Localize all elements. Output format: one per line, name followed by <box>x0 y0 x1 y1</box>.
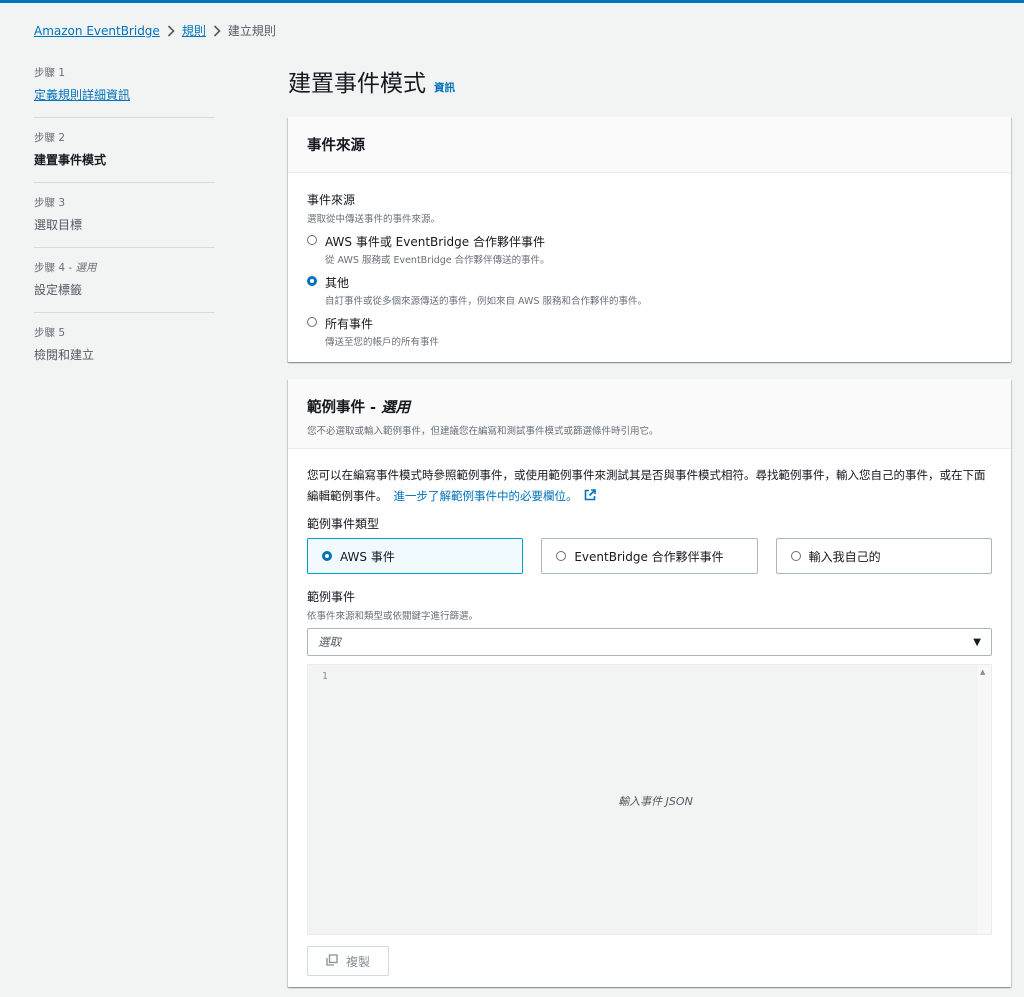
radio-button[interactable] <box>307 235 317 245</box>
radio-label: 所有事件 <box>325 317 374 331</box>
tile-enter-my-own[interactable]: 輸入我自己的 <box>775 538 992 574</box>
radio-button[interactable] <box>790 551 801 561</box>
radio-button[interactable] <box>307 317 317 327</box>
panel-header: 範例事件 - 選用 您不必選取或輸入範例事件，但建議您在編寫和測試事件模式或篩選… <box>288 379 1011 449</box>
sample-event-label: 範例事件 <box>307 590 356 604</box>
caret-down-icon: ▼ <box>973 636 981 648</box>
step-5: 步驟 5 檢閱和建立 <box>34 325 215 377</box>
step-3: 步驟 3 選取目標 <box>34 195 215 248</box>
breadcrumb: Amazon EventBridge 規則 建立規則 <box>34 22 276 39</box>
scroll-up-icon[interactable]: ▲ <box>980 668 985 676</box>
radio-description: 從 AWS 服務或 EventBridge 合作夥伴傳送的事件。 <box>325 255 550 266</box>
radio-button-checked[interactable] <box>307 276 317 286</box>
panel-title: 範例事件 - 選用 <box>307 396 992 417</box>
panel-title-text: 範例事件 - <box>307 400 382 416</box>
step-review-create: 檢閱和建立 <box>34 348 95 362</box>
copy-button-label: 複製 <box>345 954 370 969</box>
panel-description: 您不必選取或輸入範例事件，但建議您在編寫和測試事件模式或篩選條件時引用它。 <box>307 426 659 437</box>
editor-scrollbar[interactable]: ▲ <box>977 665 991 934</box>
breadcrumb-rules[interactable]: 規則 <box>182 22 206 39</box>
line-number: 1 <box>322 671 328 682</box>
breadcrumb-create-rule: 建立規則 <box>227 24 276 38</box>
step-optional-label: 選用 <box>75 262 97 274</box>
radio-label: 其他 <box>325 276 350 290</box>
top-accent-bar <box>0 0 1024 3</box>
radio-description: 自訂事件或從多個來源傳送的事件，例如來自 AWS 服務和合作夥伴的事件。 <box>325 296 647 307</box>
radio-description: 傳送至您的帳戶的所有事件 <box>325 337 440 348</box>
event-source-panel: 事件來源 事件來源 選取從中傳送事件的事件來源。 AWS 事件或 EventBr… <box>288 117 1011 362</box>
panel-body: 事件來源 選取從中傳送事件的事件來源。 AWS 事件或 EventBridge … <box>288 173 1011 348</box>
tile-label: AWS 事件 <box>340 549 395 564</box>
event-source-description: 選取從中傳送事件的事件來源。 <box>307 214 441 225</box>
step-configure-tags: 設定標籤 <box>34 283 83 297</box>
radio-label: AWS 事件或 EventBridge 合作夥伴事件 <box>325 235 545 249</box>
radio-button[interactable] <box>556 551 567 561</box>
breadcrumb-eventbridge[interactable]: Amazon EventBridge <box>34 24 160 38</box>
radio-button-checked[interactable] <box>322 551 332 561</box>
step-number: 步驟 2 <box>34 132 66 144</box>
step-number-text: 步驟 4 - <box>34 262 76 274</box>
editor-text-area[interactable]: 輸入事件 JSON <box>334 665 977 934</box>
editor-placeholder: 輸入事件 JSON <box>618 795 693 808</box>
sample-type-tiles: AWS 事件 EventBridge 合作夥伴事件 輸入我自己的 <box>307 538 992 574</box>
step-2: 步驟 2 建置事件模式 <box>34 130 215 183</box>
page-header: 建置事件模式 資訊 <box>288 64 455 98</box>
select-placeholder: 選取 <box>318 635 341 649</box>
step-number: 步驟 5 <box>34 327 66 339</box>
event-source-label: 事件來源 <box>307 193 356 207</box>
step-1: 步驟 1 定義規則詳細資訊 <box>34 65 215 118</box>
sample-event-panel: 範例事件 - 選用 您不必選取或輸入範例事件，但建議您在編寫和測試事件模式或篩選… <box>288 379 1011 987</box>
sample-type-label: 範例事件類型 <box>307 517 380 531</box>
panel-header: 事件來源 <box>288 117 1011 173</box>
panel-body: 您可以在編寫事件模式時參照範例事件，或使用範例事件來測試其是否與事件模式相符。尋… <box>288 449 1011 976</box>
step-select-target: 選取目標 <box>34 218 83 232</box>
external-link-icon[interactable] <box>584 489 596 503</box>
learn-more-link[interactable]: 進一步了解範例事件中的必要欄位。 <box>394 489 578 503</box>
chevron-right-icon <box>206 24 228 37</box>
radio-all-events[interactable]: 所有事件 傳送至您的帳戶的所有事件 <box>307 315 992 348</box>
wizard-steps: 步驟 1 定義規則詳細資訊 步驟 2 建置事件模式 步驟 3 選取目標 步驟 4… <box>34 65 215 389</box>
step-number: 步驟 3 <box>34 197 66 209</box>
editor-gutter <box>308 665 334 934</box>
panel-title-optional: 選用 <box>381 400 411 416</box>
page-title: 建置事件模式 <box>288 71 426 97</box>
step-number: 步驟 4 - 選用 <box>34 260 215 275</box>
step-link-define-rule[interactable]: 定義規則詳細資訊 <box>34 86 215 103</box>
info-link[interactable]: 資訊 <box>434 80 455 95</box>
copy-button[interactable]: 複製 <box>307 946 389 976</box>
tile-label: 輸入我自己的 <box>808 549 881 564</box>
step-4: 步驟 4 - 選用 設定標籤 <box>34 260 215 313</box>
json-editor[interactable]: 1 輸入事件 JSON ▲ <box>307 664 992 935</box>
tile-aws-events[interactable]: AWS 事件 <box>307 538 524 574</box>
step-number: 步驟 1 <box>34 67 66 79</box>
chevron-right-icon <box>160 24 182 37</box>
radio-other[interactable]: 其他 自訂事件或從多個來源傳送的事件，例如來自 AWS 服務和合作夥伴的事件。 <box>307 274 992 307</box>
sample-event-select[interactable]: 選取 ▼ <box>307 628 992 656</box>
step-current-build-pattern: 建置事件模式 <box>34 153 107 167</box>
radio-aws-events[interactable]: AWS 事件或 EventBridge 合作夥伴事件 從 AWS 服務或 Eve… <box>307 233 992 266</box>
panel-title: 事件來源 <box>307 138 365 154</box>
tile-label: EventBridge 合作夥伴事件 <box>574 549 724 564</box>
copy-icon <box>326 953 338 969</box>
tile-partner-events[interactable]: EventBridge 合作夥伴事件 <box>541 538 758 574</box>
sample-event-description: 依事件來源和類型或依關鍵字進行篩選。 <box>307 611 479 622</box>
intro-paragraph: 您可以在編寫事件模式時參照範例事件，或使用範例事件來測試其是否與事件模式相符。尋… <box>307 465 992 507</box>
